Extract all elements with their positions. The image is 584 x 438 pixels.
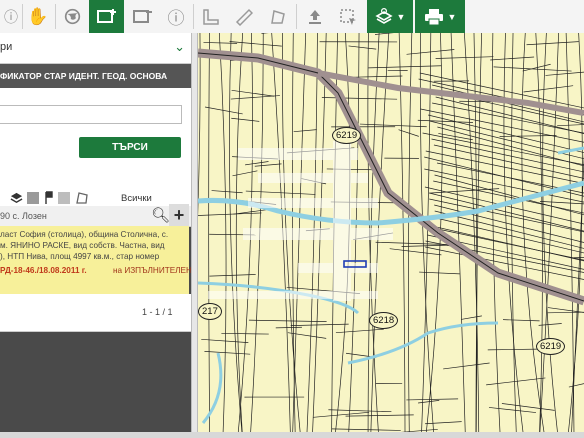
select-icon <box>340 8 356 25</box>
chevron-down-icon: ⌄ <box>174 39 185 54</box>
square-icon[interactable] <box>27 192 39 204</box>
toolbar-divider <box>296 4 297 29</box>
search-tabs: ФИКАТОР СТАР ИДЕНТ. ГЕОД. ОСНОВА <box>0 64 191 88</box>
add-layer-icon <box>96 9 116 23</box>
tab-identifier[interactable]: ФИКАТОР <box>0 71 42 81</box>
select-button[interactable] <box>333 0 363 33</box>
panel-resize-handle[interactable] <box>191 33 198 438</box>
layers-icon[interactable] <box>10 192 23 205</box>
print-icon <box>424 8 443 25</box>
layer-minus-icon <box>133 10 152 23</box>
flag-icon[interactable] <box>44 191 54 205</box>
status-strip <box>0 432 584 438</box>
ruler-icon <box>235 8 253 26</box>
object-type-dropdown[interactable]: ри ⌄ <box>0 33 191 64</box>
globe-icon <box>64 8 80 25</box>
result-line: ласт София (столица), община Столична, с… <box>0 230 169 239</box>
polygon-button[interactable] <box>262 0 294 33</box>
result-order-suffix: на ИЗПЪЛНИТЕЛЕН <box>113 266 192 275</box>
tab-geodetic-base[interactable]: ГЕОД. ОСНОВА <box>102 71 167 81</box>
layers-icon <box>374 7 393 24</box>
info-button[interactable]: ⓘ <box>160 0 192 33</box>
measure-button[interactable] <box>195 0 227 33</box>
dropdown-value: ри <box>0 41 13 53</box>
upload-button[interactable] <box>298 0 331 33</box>
parcel-label: 6219 <box>332 127 362 144</box>
add-icon[interactable]: + <box>169 204 189 226</box>
cadastral-map[interactable]: 6219 6218 6219 217 <box>198 33 584 438</box>
result-order: РД-18-46./18.08.2011 г. <box>0 266 87 275</box>
result-line: м. ЯНИНО РАСКЕ, вид собств. Частна, вид <box>0 241 165 250</box>
polygon-icon[interactable] <box>75 191 89 205</box>
main-road <box>198 48 584 306</box>
print-dropdown-button[interactable]: ▼ <box>415 0 465 33</box>
info-icon: ⓘ <box>167 9 185 28</box>
search-input[interactable] <box>0 105 182 124</box>
search-button[interactable]: ТЪРСИ <box>79 137 181 158</box>
square-icon[interactable] <box>58 192 70 204</box>
search-form: ТЪРСИ Всички <box>0 88 191 206</box>
toolbar-divider <box>193 4 194 29</box>
pager-text: 1 - 1 / 1 <box>142 307 173 317</box>
layers-dropdown-button[interactable]: ▼ <box>367 0 413 33</box>
all-layers-label[interactable]: Всички <box>121 193 152 204</box>
top-toolbar: ⓘ ✋ ⓘ ▼ ▼ <box>0 0 584 34</box>
info-i-button[interactable]: ⓘ <box>0 0 22 33</box>
chevron-down-icon: ▼ <box>447 11 457 22</box>
result-header: 90 с. Лозен 🔍︎ + <box>0 204 191 227</box>
add-layer-button[interactable] <box>89 0 124 33</box>
upload-icon <box>308 9 321 24</box>
result-line: ), НТП Нива, площ 4997 кв.м., стар номер <box>0 252 160 261</box>
search-icon[interactable]: 🔍︎ <box>151 206 170 224</box>
info-i-icon: ⓘ <box>4 8 18 25</box>
globe-button[interactable] <box>56 0 88 33</box>
remove-layer-button[interactable] <box>127 0 159 33</box>
measure-icon <box>203 8 219 25</box>
tab-old-identifier[interactable]: СТАР ИДЕНТ. <box>44 71 99 81</box>
result-card[interactable]: ласт София (столица), община Столична, с… <box>0 226 192 294</box>
parcel-label: 6218 <box>369 312 399 329</box>
map-canvas[interactable] <box>198 33 584 438</box>
main-road <box>198 52 584 302</box>
parcel-label: 217 <box>198 303 222 320</box>
parcel-label: 6219 <box>536 338 566 355</box>
pager-bar: 1 - 1 / 1 <box>0 294 191 332</box>
pan-button[interactable]: ✋ <box>23 0 53 33</box>
polygon-icon <box>271 9 285 24</box>
chevron-down-icon: ▼ <box>396 11 406 22</box>
hand-icon: ✋ <box>27 6 49 26</box>
result-title: 90 с. Лозен <box>0 211 47 221</box>
search-panel: ри ⌄ ФИКАТОР СТАР ИДЕНТ. ГЕОД. ОСНОВА ТЪ… <box>0 33 192 438</box>
ruler-button[interactable] <box>228 0 260 33</box>
